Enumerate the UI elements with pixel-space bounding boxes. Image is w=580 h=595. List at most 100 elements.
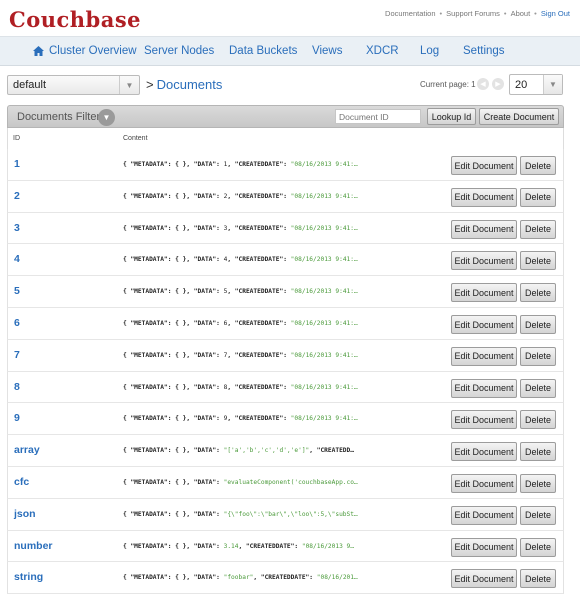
nav-views[interactable]: Views: [312, 45, 342, 57]
content-created-date: "08/16/2013 9:41:…: [290, 256, 358, 264]
top-header: Couchbase Documentation • Support Forums…: [0, 0, 580, 36]
bucket-select[interactable]: default ▼: [7, 75, 140, 95]
document-id-link[interactable]: 3: [14, 222, 20, 234]
nav-server-nodes[interactable]: Server Nodes: [144, 45, 214, 57]
content-key: , "CREATEDDATE":: [227, 256, 291, 264]
document-id-link[interactable]: 7: [14, 349, 20, 361]
content-created-date: "08/16/2013 9:41:…: [290, 415, 358, 423]
document-id-link[interactable]: 1: [14, 158, 20, 170]
edit-document-button[interactable]: Edit Document: [451, 569, 517, 589]
delete-button[interactable]: Delete: [520, 187, 556, 207]
content-data-value: "{\"foo\":\"bar\",\"loo\":5,\"subSt…: [223, 510, 358, 518]
content-prefix: { "METADATA": { }, "DATA":: [123, 288, 224, 296]
content-prefix: { "METADATA": { }, "DATA":: [123, 351, 224, 359]
edit-document-button[interactable]: Edit Document: [451, 537, 517, 557]
content-created-date: "08/16/201…: [316, 574, 358, 582]
nav-settings[interactable]: Settings: [463, 45, 505, 57]
document-content: { "METADATA": { }, "DATA": 7, "CREATEDDA…: [123, 352, 401, 359]
document-id-link[interactable]: json: [14, 508, 36, 520]
content-prefix: { "METADATA": { }, "DATA":: [123, 192, 224, 200]
edit-document-button[interactable]: Edit Document: [451, 251, 517, 271]
edit-document-button[interactable]: Edit Document: [451, 315, 517, 334]
documentation-link[interactable]: Documentation: [385, 9, 435, 18]
next-page-icon[interactable]: ▶: [492, 78, 504, 90]
content-prefix: { "METADATA": { }, "DATA":: [123, 447, 224, 455]
document-content: { "METADATA": { }, "DATA": 9, "CREATEDDA…: [123, 415, 401, 422]
content-prefix: { "METADATA": { }, "DATA":: [123, 224, 224, 232]
document-id-link[interactable]: number: [14, 540, 53, 552]
delete-button[interactable]: Delete: [520, 569, 556, 589]
content-created-date: "08/16/2013 9:41:…: [290, 161, 358, 168]
nav-log[interactable]: Log: [420, 45, 439, 57]
sign-out-link[interactable]: Sign Out: [541, 9, 570, 18]
breadcrumb-documents[interactable]: Documents: [157, 77, 223, 92]
content-created-date: "08/16/2013 9:41:…: [290, 320, 358, 327]
table-row: 4 { "METADATA": { }, "DATA": 4, "CREATEDD…: [7, 244, 564, 277]
edit-document-button[interactable]: Edit Document: [451, 219, 517, 239]
document-id-link[interactable]: 2: [14, 190, 20, 202]
main-nav: Cluster Overview Server Nodes Data Bucke…: [0, 36, 580, 66]
document-id-link[interactable]: string: [14, 571, 43, 583]
edit-document-button[interactable]: Edit Document: [451, 346, 517, 366]
nav-xdcr[interactable]: XDCR: [366, 45, 399, 57]
document-content: { "METADATA": { }, "DATA": "['a','b','c'…: [123, 447, 401, 454]
content-prefix: { "METADATA": { }, "DATA":: [123, 479, 224, 486]
home-icon[interactable]: [33, 46, 44, 56]
create-document-button[interactable]: Create Document: [479, 108, 559, 125]
edit-document-button[interactable]: Edit Document: [451, 187, 517, 207]
page-size-select[interactable]: 20 ▼: [509, 74, 563, 95]
delete-button[interactable]: Delete: [520, 474, 556, 493]
filter-toggle-icon[interactable]: ▼: [98, 109, 115, 126]
delete-button[interactable]: Delete: [520, 505, 556, 525]
nav-data-buckets[interactable]: Data Buckets: [229, 45, 297, 57]
delete-button[interactable]: Delete: [520, 251, 556, 271]
content-key: , "CREATEDDATE":: [227, 320, 291, 327]
delete-button[interactable]: Delete: [520, 537, 556, 557]
table-row: 1 { "METADATA": { }, "DATA": 1, "CREATEDD…: [7, 149, 564, 181]
edit-document-button[interactable]: Edit Document: [451, 474, 517, 493]
delete-button[interactable]: Delete: [520, 283, 556, 303]
document-id-input[interactable]: [335, 109, 421, 124]
document-id-link[interactable]: cfc: [14, 476, 29, 488]
document-id-link[interactable]: array: [14, 444, 40, 456]
separator: •: [534, 9, 537, 18]
content-key: , "CREATEDDATE":: [227, 351, 291, 359]
document-id-link[interactable]: 6: [14, 317, 20, 329]
delete-button[interactable]: Delete: [520, 442, 556, 462]
edit-document-button[interactable]: Edit Document: [451, 283, 517, 303]
delete-button[interactable]: Delete: [520, 156, 556, 175]
prev-page-icon[interactable]: ◀: [477, 78, 489, 90]
delete-button[interactable]: Delete: [520, 315, 556, 334]
document-content: { "METADATA": { }, "DATA": 2, "CREATEDDA…: [123, 193, 401, 200]
document-id-link[interactable]: 8: [14, 381, 20, 393]
document-id-link[interactable]: 9: [14, 412, 20, 424]
logo[interactable]: Couchbase: [9, 7, 141, 32]
document-id-link[interactable]: 5: [14, 285, 20, 297]
delete-button[interactable]: Delete: [520, 219, 556, 239]
content-data-value: "['a','b','c','d','e']": [223, 447, 310, 455]
delete-button[interactable]: Delete: [520, 378, 556, 398]
content-data-value: "evaluateComponent('couchbaseApp.co…: [223, 479, 358, 486]
delete-button[interactable]: Delete: [520, 346, 556, 366]
edit-document-button[interactable]: Edit Document: [451, 410, 517, 430]
content-key: , "CREATEDDATE":: [227, 288, 291, 296]
document-id-link[interactable]: 4: [14, 253, 20, 265]
about-link[interactable]: About: [511, 9, 531, 18]
delete-button[interactable]: Delete: [520, 410, 556, 430]
edit-document-button[interactable]: Edit Document: [451, 442, 517, 462]
table-row: 9 { "METADATA": { }, "DATA": 9, "CREATEDD…: [7, 403, 564, 436]
edit-document-button[interactable]: Edit Document: [451, 505, 517, 525]
column-header-content: Content: [123, 135, 148, 142]
content-prefix: { "METADATA": { }, "DATA":: [123, 320, 224, 327]
support-forums-link[interactable]: Support Forums: [446, 9, 500, 18]
table-row: array { "METADATA": { }, "DATA": "['a','b…: [7, 435, 564, 467]
chevron-down-icon: ▼: [119, 76, 139, 94]
table-row: json { "METADATA": { }, "DATA": "{\"foo\"…: [7, 498, 564, 531]
edit-document-button[interactable]: Edit Document: [451, 156, 517, 175]
nav-cluster-overview[interactable]: Cluster Overview: [49, 45, 137, 57]
edit-document-button[interactable]: Edit Document: [451, 378, 517, 398]
lookup-id-button[interactable]: Lookup Id: [427, 108, 476, 125]
bucket-select-value: default: [13, 79, 47, 91]
content-prefix: { "METADATA": { }, "DATA":: [123, 256, 224, 264]
table-row: string { "METADATA": { }, "DATA": "foobar…: [7, 562, 564, 595]
